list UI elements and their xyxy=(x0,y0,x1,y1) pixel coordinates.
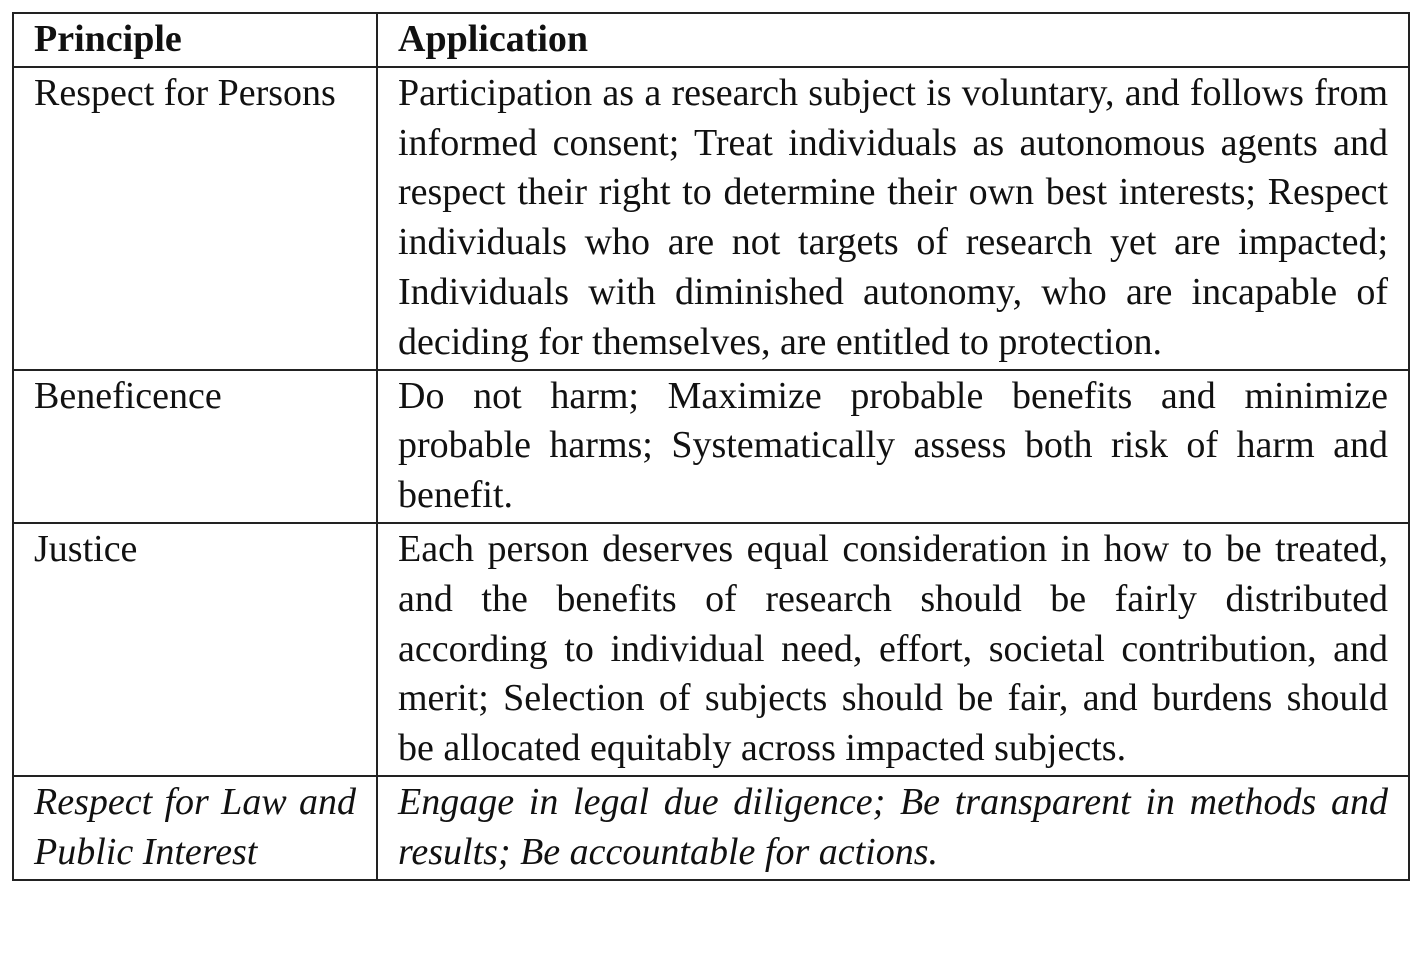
table-row: Justice Each person deserves equal consi… xyxy=(12,521,1410,777)
principle-cell: Justice xyxy=(12,521,378,777)
principle-cell: Beneficence xyxy=(12,368,378,524)
application-cell: Engage in legal due diligence; Be transp… xyxy=(376,774,1410,881)
application-cell: Participation as a research subject is v… xyxy=(376,65,1410,371)
principle-cell: Respect for Law and Public Interest xyxy=(12,774,378,881)
principle-cell: Respect for Persons xyxy=(12,65,378,371)
application-cell: Each person deserves equal consideration… xyxy=(376,521,1410,777)
application-cell: Do not harm; Maximize probable benefits … xyxy=(376,368,1410,524)
header-principle: Principle xyxy=(12,12,378,68)
table-row: Respect for Law and Public Interest Enga… xyxy=(12,774,1410,881)
principles-table: Principle Application Respect for Person… xyxy=(12,12,1410,881)
table-row: Respect for Persons Participation as a r… xyxy=(12,65,1410,371)
header-application: Application xyxy=(376,12,1410,68)
table-row: Beneficence Do not harm; Maximize probab… xyxy=(12,368,1410,524)
header-row: Principle Application xyxy=(12,12,1410,68)
